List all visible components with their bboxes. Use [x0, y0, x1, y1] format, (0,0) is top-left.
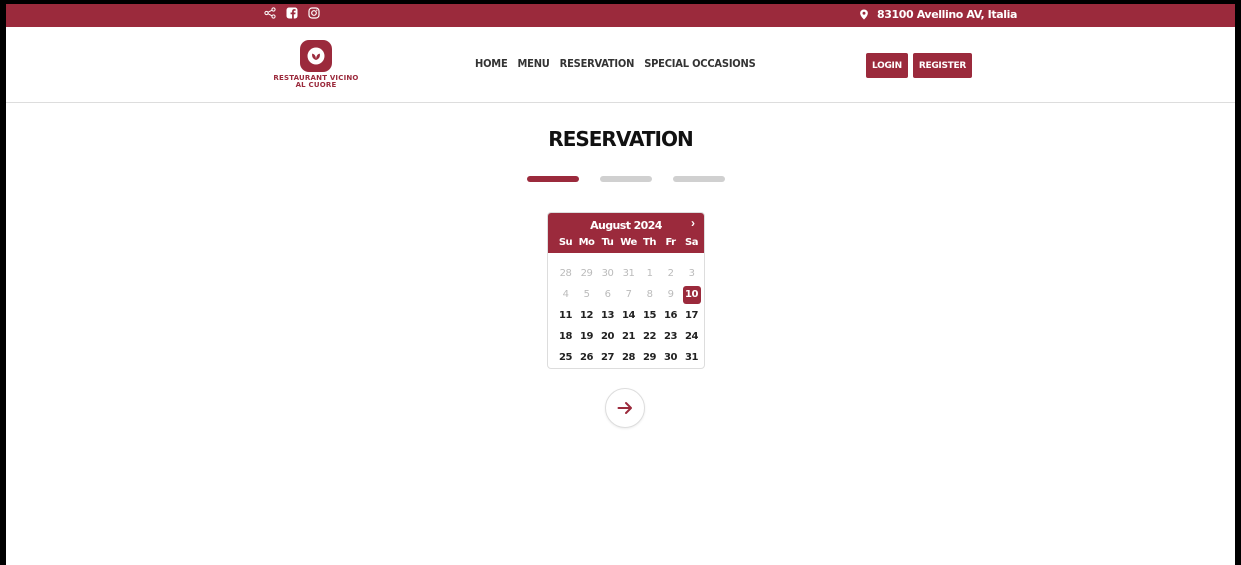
leaf-icon: [307, 47, 325, 65]
calendar-day[interactable]: 31: [681, 347, 702, 368]
weekday-row: Su Mo Tu We Th Fr Sa: [555, 237, 702, 248]
arrow-right-icon: [617, 402, 632, 414]
calendar-day[interactable]: 28: [618, 347, 639, 368]
calendar-day[interactable]: 19: [576, 326, 597, 347]
calendar-day[interactable]: 13: [597, 305, 618, 326]
calendar-day: 4: [562, 289, 569, 300]
register-button[interactable]: REGISTER: [912, 53, 972, 78]
logo-badge: [300, 40, 332, 72]
map-pin-icon: [860, 9, 868, 20]
location: 83100 Avellino AV, Italia: [859, 8, 1017, 21]
weekday-label: We: [620, 237, 637, 248]
calendar-day[interactable]: 15: [639, 305, 660, 326]
calendar-day[interactable]: 22: [639, 326, 660, 347]
calendar-day: 31: [622, 268, 635, 279]
instagram-icon[interactable]: [308, 7, 320, 19]
top-bar: 83100 Avellino AV, Italia: [6, 4, 1235, 27]
nav-reservation[interactable]: RESERVATION: [560, 57, 635, 70]
calendar-day: 7: [625, 289, 632, 300]
calendar-day: 8: [646, 289, 653, 300]
calendar-day[interactable]: 27: [597, 347, 618, 368]
step-bar-3: [673, 176, 725, 182]
weekday-label: Mo: [578, 237, 595, 248]
calendar-day: 6: [604, 289, 611, 300]
location-text: 83100 Avellino AV, Italia: [877, 8, 1017, 21]
date-picker: August 2024 › Su Mo Tu We Th Fr Sa 28 29 3…: [547, 212, 705, 369]
step-bar-1: [527, 176, 579, 182]
logo-text: RESTAURANT VICINO AL CUORE: [273, 74, 359, 89]
calendar-day: 9: [667, 289, 674, 300]
calendar-month-label: August 2024: [590, 219, 662, 232]
calendar-days-grid: 28 29 30 31 1 2 3 4 5 6 7 8 9 10 11 12 13 14 15 16 17 18 19 20 2…: [555, 263, 702, 368]
main-nav: HOME MENU RESERVATION SPECIAL OCCASIONS: [475, 57, 756, 70]
calendar-day: 5: [583, 289, 590, 300]
logo[interactable]: RESTAURANT VICINO AL CUORE: [270, 40, 362, 100]
calendar-day[interactable]: 20: [597, 326, 618, 347]
weekday-label: Sa: [685, 237, 698, 248]
nav-menu[interactable]: MENU: [518, 57, 550, 70]
calendar-day[interactable]: 24: [681, 326, 702, 347]
calendar-day[interactable]: 30: [660, 347, 681, 368]
auth-buttons: LOGIN REGISTER: [866, 53, 972, 78]
nav-special-occasions[interactable]: SPECIAL OCCASIONS: [644, 57, 756, 70]
next-month-icon[interactable]: ›: [691, 216, 695, 230]
weekday-label: Su: [558, 237, 573, 248]
selected-day-label: 10: [682, 285, 701, 304]
facebook-icon[interactable]: [286, 7, 298, 19]
header: RESTAURANT VICINO AL CUORE HOME MENU RES…: [6, 27, 1235, 103]
calendar-day[interactable]: 14: [618, 305, 639, 326]
calendar-day: 30: [601, 268, 614, 279]
share-icon[interactable]: [264, 7, 276, 19]
calendar-day: 2: [667, 268, 674, 279]
page-title: RESERVATION: [548, 127, 693, 151]
calendar-day[interactable]: 16: [660, 305, 681, 326]
calendar-day[interactable]: 11: [555, 305, 576, 326]
weekday-label: Th: [643, 237, 656, 248]
calendar-day[interactable]: 17: [681, 305, 702, 326]
calendar-day[interactable]: 12: [576, 305, 597, 326]
calendar-day: 28: [559, 268, 572, 279]
social-links: [264, 7, 320, 19]
calendar-day-selected[interactable]: 10: [681, 284, 702, 305]
page: 83100 Avellino AV, Italia RESTAURANT VIC…: [6, 4, 1235, 565]
weekday-label: Fr: [665, 237, 676, 248]
calendar-day[interactable]: 18: [555, 326, 576, 347]
calendar-day[interactable]: 29: [639, 347, 660, 368]
calendar-day: 3: [688, 268, 695, 279]
calendar-day[interactable]: 21: [618, 326, 639, 347]
calendar-day: 29: [580, 268, 593, 279]
nav-home[interactable]: HOME: [475, 57, 508, 70]
calendar-day[interactable]: 23: [660, 326, 681, 347]
weekday-label: Tu: [601, 237, 614, 248]
step-indicator: [527, 176, 725, 182]
calendar-day[interactable]: 26: [576, 347, 597, 368]
calendar-day[interactable]: 25: [555, 347, 576, 368]
next-step-button[interactable]: [605, 388, 645, 428]
step-bar-2: [600, 176, 652, 182]
calendar-day: 1: [646, 268, 653, 279]
calendar-header: August 2024 › Su Mo Tu We Th Fr Sa: [548, 213, 704, 253]
login-button[interactable]: LOGIN: [866, 53, 908, 78]
